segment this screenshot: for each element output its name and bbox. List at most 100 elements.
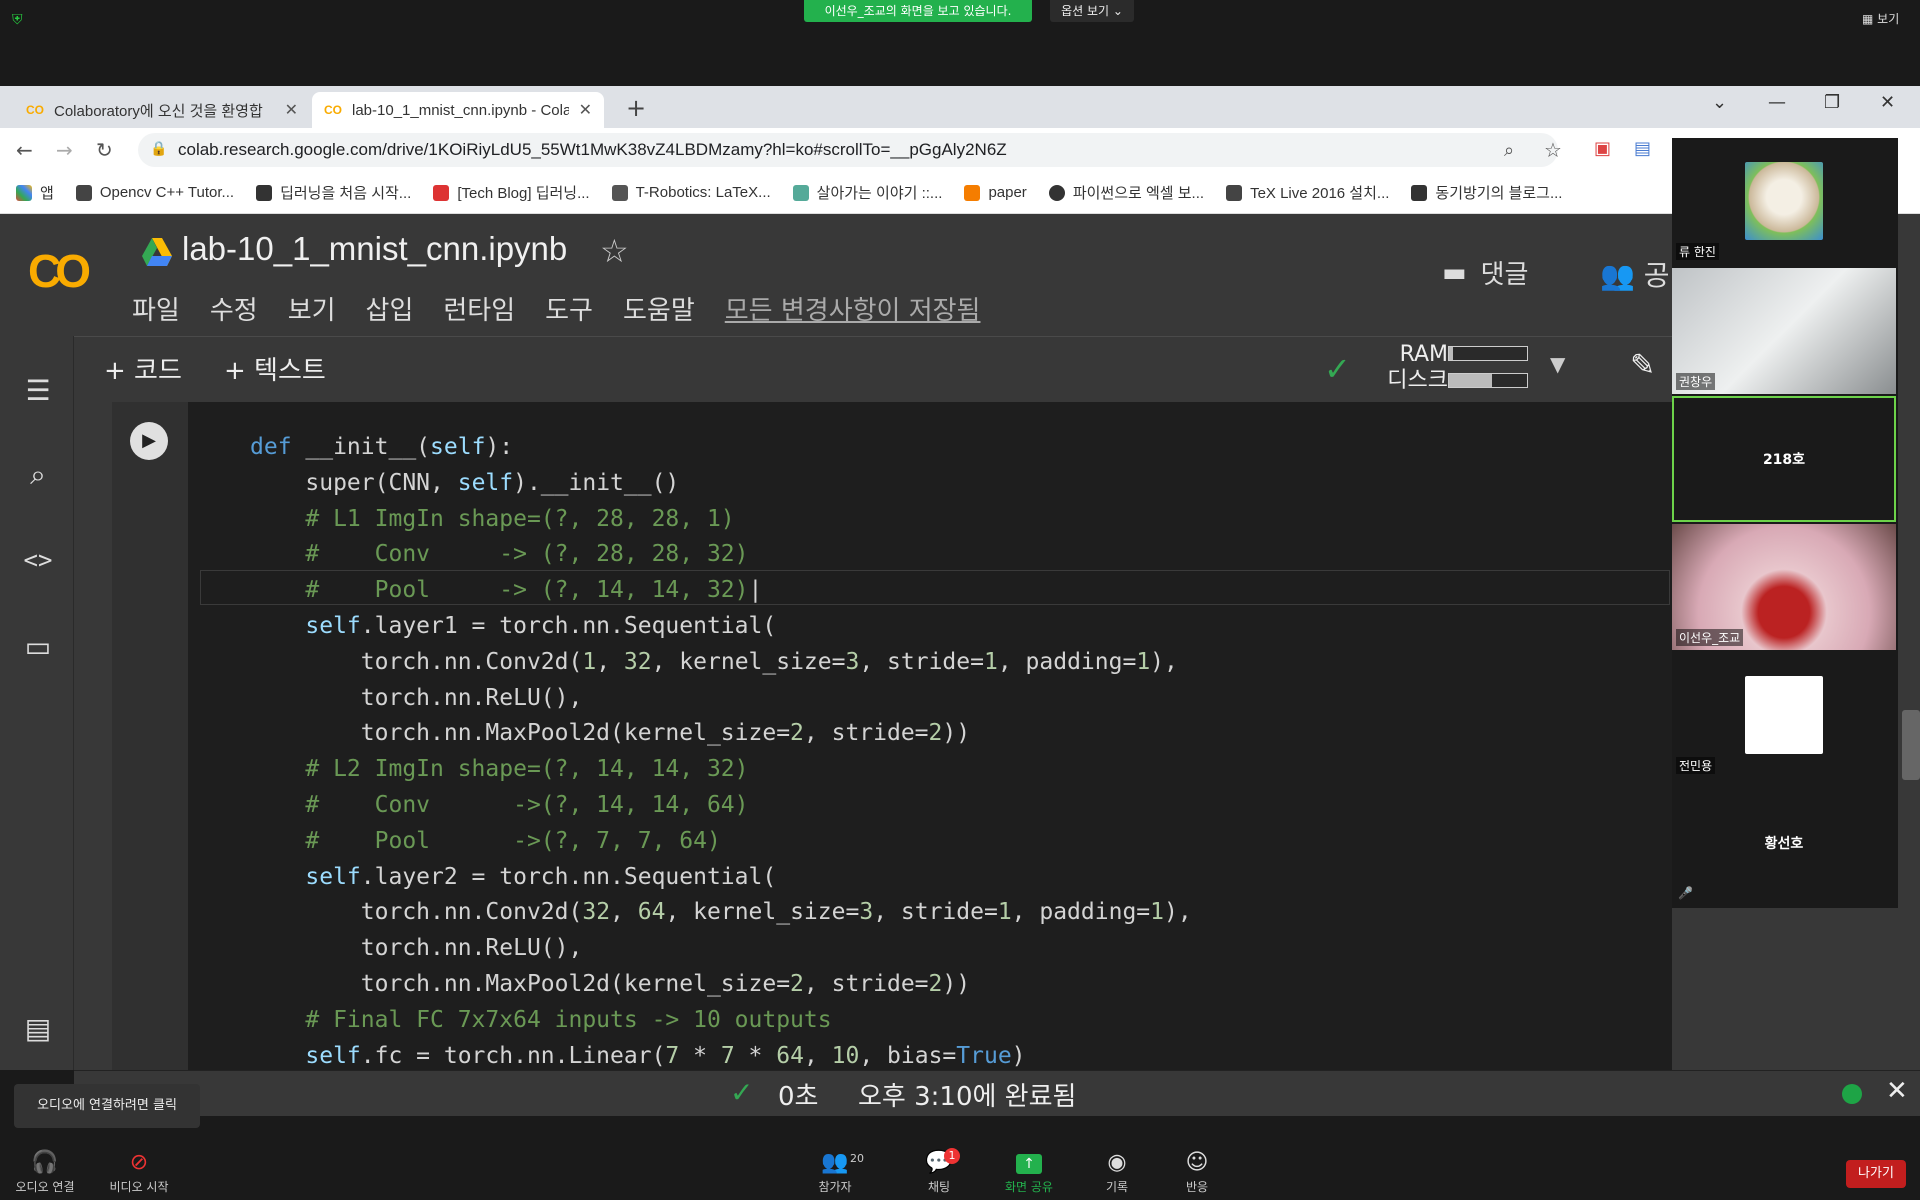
- share-screen-button[interactable]: 화면 공유: [984, 1178, 1074, 1195]
- files-folder-icon[interactable]: ▭: [20, 630, 56, 663]
- blogger-icon: [964, 184, 981, 201]
- search-icon[interactable]: ⌕: [20, 458, 56, 492]
- reload-icon[interactable]: ↻: [96, 138, 113, 162]
- left-sidebar: [0, 336, 74, 1070]
- close-icon[interactable]: ✕: [1886, 1076, 1908, 1106]
- lock-icon[interactable]: 🔒: [150, 141, 167, 157]
- bookmark-item[interactable]: 살아가는 이야기 ::...: [792, 182, 942, 203]
- bookmark-item[interactable]: 파이썬으로 엑셀 보...: [1048, 182, 1204, 203]
- participant-tile[interactable]: 이선우_조교: [1672, 524, 1896, 650]
- leave-button[interactable]: 나가기: [1846, 1160, 1906, 1188]
- tab-search-icon[interactable]: ⌄: [1712, 92, 1727, 113]
- screen-share-banner: 이선우_조교의 화면을 보고 있습니다.: [804, 0, 1032, 22]
- participant-tile[interactable]: 황선호 🎤: [1672, 780, 1896, 906]
- record-button[interactable]: 기록: [1072, 1178, 1162, 1195]
- close-tab-icon[interactable]: ✕: [579, 100, 592, 120]
- share-button[interactable]: 👥 공: [1600, 254, 1670, 294]
- bookmark-star-icon[interactable]: ☆: [1544, 138, 1562, 162]
- participants-icon[interactable]: 👥: [790, 1150, 880, 1175]
- participant-tile-active[interactable]: 218호: [1672, 396, 1896, 522]
- share-screen-icon[interactable]: ↑: [1016, 1154, 1042, 1174]
- notebook-title[interactable]: lab-10_1_mnist_cnn.ipynb: [182, 230, 567, 268]
- back-icon[interactable]: ←: [16, 138, 33, 162]
- close-tab-icon[interactable]: ✕: [285, 100, 298, 120]
- disk-usage-fill: [1449, 374, 1492, 387]
- star-icon[interactable]: ☆: [600, 232, 629, 270]
- zoom-icon[interactable]: ⌕: [1504, 140, 1514, 161]
- add-text-button[interactable]: + 텍스트: [224, 350, 326, 387]
- chat-button[interactable]: 채팅: [894, 1178, 984, 1195]
- connected-check-icon[interactable]: ✓: [1324, 350, 1351, 388]
- participant-tile[interactable]: 류 한진: [1672, 138, 1896, 264]
- bookmark-item[interactable]: 딥러닝을 처음 시작...: [256, 182, 411, 203]
- participants-count: 20: [850, 1152, 864, 1165]
- comment-button[interactable]: ▬ 댓글: [1442, 254, 1528, 291]
- menu-tools[interactable]: 도구: [545, 290, 593, 327]
- code-snippets-icon[interactable]: <>: [20, 546, 56, 574]
- menu-edit[interactable]: 수정: [210, 290, 258, 327]
- extension-icon[interactable]: ▣: [1594, 138, 1611, 159]
- status-indicator[interactable]: [1842, 1084, 1862, 1104]
- menu-bar: 파일 수정 보기 삽입 런타임 도구 도움말 모든 변경사항이 저장됨: [132, 290, 980, 327]
- video-off-icon[interactable]: ⊘: [94, 1150, 184, 1175]
- add-code-button[interactable]: + 코드: [104, 350, 182, 387]
- tab-notebook[interactable]: CO lab-10_1_mnist_cnn.ipynb - Cola ✕: [312, 92, 604, 128]
- maximize-icon[interactable]: ❐: [1824, 92, 1840, 113]
- participant-tile[interactable]: 전민용: [1672, 652, 1896, 778]
- table-of-contents-icon[interactable]: ☰: [20, 374, 56, 407]
- saved-status-link[interactable]: 모든 변경사항이 저장됨: [725, 290, 981, 327]
- ram-usage-fill: [1449, 347, 1453, 360]
- ram-label: RAM: [1399, 342, 1448, 367]
- headphone-icon[interactable]: 🎧: [0, 1150, 90, 1175]
- reactions-button[interactable]: 반응: [1152, 1178, 1242, 1195]
- muted-mic-icon: 🎤: [1678, 886, 1693, 900]
- audio-connect-button[interactable]: 오디오 연결: [0, 1178, 90, 1195]
- terminal-icon[interactable]: ▤: [20, 1012, 56, 1045]
- tab-title: Colaboratory에 오신 것을 환영합: [54, 102, 263, 120]
- bookmark-favicon-icon: [433, 184, 450, 201]
- run-cell-button[interactable]: ▶: [130, 422, 168, 460]
- close-window-icon[interactable]: ✕: [1880, 92, 1895, 113]
- address-bar[interactable]: colab.research.google.com/drive/1KOiRiyL…: [138, 133, 1558, 167]
- tab-colab-welcome[interactable]: CO Colaboratory에 오신 것을 환영합 ✕: [14, 92, 310, 128]
- menu-view[interactable]: 보기: [288, 290, 336, 327]
- view-options-button[interactable]: 옵션 보기 ⌄: [1050, 0, 1134, 22]
- code-editor[interactable]: def __init__(self): super(CNN, self).__i…: [250, 430, 1192, 1074]
- menu-runtime[interactable]: 런타임: [443, 290, 515, 327]
- menu-help[interactable]: 도움말: [623, 290, 695, 327]
- status-elapsed: 0초: [778, 1082, 819, 1112]
- new-tab-icon[interactable]: +: [626, 94, 646, 122]
- start-video-button[interactable]: 비디오 시작: [94, 1178, 184, 1195]
- bookmark-item[interactable]: [Tech Blog] 딥러닝...: [433, 182, 590, 203]
- dog-avatar-icon: [1745, 162, 1823, 240]
- reactions-icon[interactable]: ☺: [1152, 1150, 1242, 1175]
- edit-pencil-icon[interactable]: ✎: [1630, 348, 1655, 383]
- cell-gutter: [112, 402, 188, 1070]
- scrollbar[interactable]: [1902, 710, 1920, 780]
- participant-name: 전민용: [1676, 757, 1716, 774]
- bookmark-favicon-icon: [611, 184, 628, 201]
- runtime-dropdown-icon[interactable]: ▼: [1550, 352, 1565, 376]
- participants-button[interactable]: 참가자: [790, 1178, 880, 1195]
- audio-tooltip: 오디오에 연결하려면 클릭: [14, 1084, 200, 1128]
- record-icon[interactable]: ◉: [1072, 1150, 1162, 1175]
- docs-extension-icon[interactable]: ▤: [1634, 138, 1651, 159]
- view-button[interactable]: ▦ 보기: [1862, 10, 1899, 27]
- bookmark-item[interactable]: 앱: [16, 182, 54, 203]
- bookmark-item[interactable]: paper: [964, 184, 1027, 201]
- bookmark-item[interactable]: 동기방기의 블로그...: [1411, 182, 1562, 203]
- minimize-icon[interactable]: —: [1768, 92, 1786, 113]
- bookmark-item[interactable]: TeX Live 2016 설치...: [1226, 182, 1389, 203]
- menu-insert[interactable]: 삽입: [366, 290, 414, 327]
- chat-icon[interactable]: 💬: [894, 1150, 984, 1175]
- participant-name: 218호: [1762, 452, 1806, 468]
- bookmark-item[interactable]: Opencv C++ Tutor...: [75, 184, 234, 201]
- bookmark-item[interactable]: T-Robotics: LaTeX...: [611, 184, 771, 201]
- colab-favicon-icon: CO: [26, 103, 44, 117]
- resource-labels[interactable]: RAM 디스크: [1358, 342, 1448, 394]
- colab-logo-icon[interactable]: CO: [28, 244, 91, 298]
- menu-file[interactable]: 파일: [132, 290, 180, 327]
- forward-icon[interactable]: →: [56, 138, 73, 162]
- participant-tile[interactable]: 권창우: [1672, 268, 1896, 394]
- google-drive-icon[interactable]: [142, 238, 172, 266]
